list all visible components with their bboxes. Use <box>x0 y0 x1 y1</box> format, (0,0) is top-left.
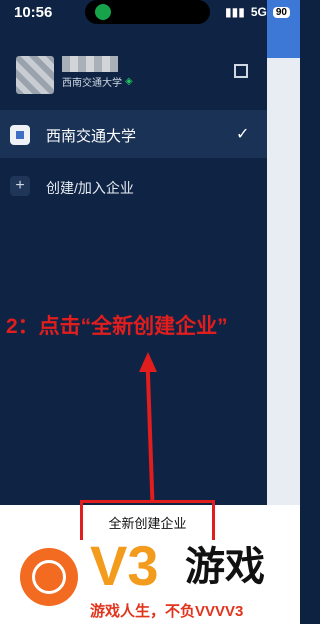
profile-org: 西南交通大学 ◈ <box>62 74 133 89</box>
battery-icon: 90 <box>272 6 290 18</box>
network-label: 5G <box>250 5 267 19</box>
watermark-brand: V3 <box>90 534 159 597</box>
profile-org-label: 西南交通大学 <box>62 78 122 89</box>
verified-icon: ◈ <box>125 76 133 87</box>
user-name-blurred <box>62 56 118 72</box>
signal-icon: ▮▮▮ <box>225 5 245 19</box>
plus-icon[interactable]: + <box>10 176 30 196</box>
status-bar: 10:56 ▮▮▮ 5G 90 <box>0 0 300 26</box>
avatar[interactable] <box>16 56 54 94</box>
link-icon <box>95 4 111 20</box>
watermark-brand-cn: 游戏 <box>185 545 265 589</box>
v3-logo-icon <box>20 548 78 606</box>
org-name: 西南交通大学 <box>46 128 137 145</box>
org-icon <box>10 125 30 145</box>
check-icon: ✓ <box>236 126 250 143</box>
watermark-slogan: 游戏人生，不负VVVV3 <box>90 603 244 620</box>
qr-code-icon[interactable] <box>234 64 248 78</box>
background-page <box>267 0 300 505</box>
status-time: 10:56 <box>14 4 53 21</box>
create-join-org-button[interactable]: 创建/加入企业 <box>46 178 134 198</box>
create-new-org-button[interactable]: 全新创建企业 <box>80 513 215 532</box>
dynamic-island <box>85 0 210 24</box>
status-right: ▮▮▮ 5G 90 <box>225 5 290 19</box>
instruction-text: 2：点击“全新创建企业” <box>6 315 228 338</box>
